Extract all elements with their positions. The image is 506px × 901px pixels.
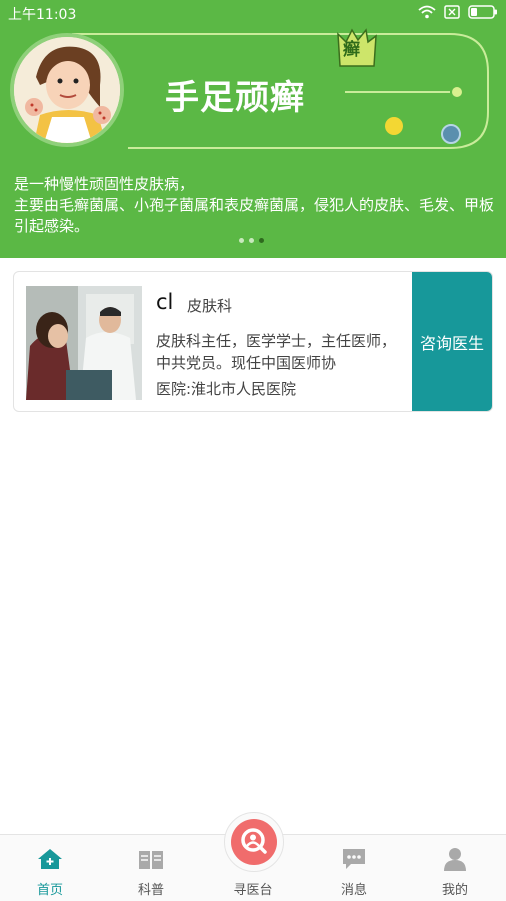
carousel-dot[interactable] bbox=[249, 238, 254, 243]
carousel-dot[interactable] bbox=[259, 238, 264, 243]
find-doctor-center-button[interactable] bbox=[224, 812, 284, 872]
banner-description: 是一种慢性顽固性皮肤病， 主要由毛癣菌属、小孢子菌属和表皮癣菌属，侵犯人的皮肤、… bbox=[14, 174, 502, 237]
book-icon bbox=[139, 851, 163, 869]
doctor-department: 皮肤科 bbox=[187, 297, 233, 315]
banner-title: 手足顽癣 bbox=[165, 78, 305, 118]
tab-science[interactable]: 科普 bbox=[101, 835, 201, 901]
tab-messages[interactable]: 消息 bbox=[304, 835, 404, 901]
search-doctor-icon bbox=[241, 828, 267, 854]
seal-text: 癣 bbox=[343, 40, 360, 60]
tab-science-label: 科普 bbox=[137, 883, 164, 898]
tab-profile-label: 我的 bbox=[441, 883, 468, 898]
tab-home-label: 首页 bbox=[36, 883, 63, 898]
patient-illustration bbox=[10, 33, 124, 147]
doctor-hospital: 医院:淮北市人民医院 bbox=[156, 380, 297, 398]
doctor-card[interactable]: cl 皮肤科 皮肤科主任，医学学士，主任医师，中共党员。现任中国医师协 医院:淮… bbox=[13, 271, 493, 412]
status-time: 上午11:03 bbox=[8, 7, 77, 23]
tab-find-doctor-label: 寻医台 bbox=[233, 883, 273, 898]
doctor-name: cl bbox=[156, 290, 174, 314]
tab-profile[interactable]: 我的 bbox=[405, 835, 505, 901]
doctor-photo bbox=[26, 286, 142, 400]
message-icon bbox=[343, 849, 365, 869]
wifi-icon bbox=[418, 5, 436, 19]
consult-doctor-button[interactable]: 咨询医生 bbox=[412, 272, 492, 411]
carousel-dot[interactable] bbox=[239, 238, 244, 243]
doctor-intro: 皮肤科主任，医学学士，主任医师，中共党员。现任中国医师协 bbox=[156, 332, 397, 372]
status-bar: 上午11:03 bbox=[0, 0, 506, 26]
tab-home[interactable]: 首页 bbox=[0, 835, 100, 901]
profile-icon bbox=[444, 848, 466, 871]
sim-icon bbox=[444, 5, 460, 19]
banner[interactable]: 上午11:03 癣 手足顽癣 是一种慢性顽固性皮肤病， 主要由毛癣菌属、小孢子菌… bbox=[0, 0, 506, 258]
carousel-indicator bbox=[239, 238, 264, 243]
tab-messages-label: 消息 bbox=[340, 883, 367, 898]
home-icon bbox=[38, 849, 62, 869]
battery-icon bbox=[468, 5, 497, 19]
banner-description-text: 是一种慢性顽固性皮肤病， 主要由毛癣菌属、小孢子菌属和表皮癣菌属，侵犯人的皮肤、… bbox=[14, 175, 495, 235]
status-icons bbox=[418, 5, 498, 19]
find-doctor-center-circle bbox=[231, 819, 277, 865]
